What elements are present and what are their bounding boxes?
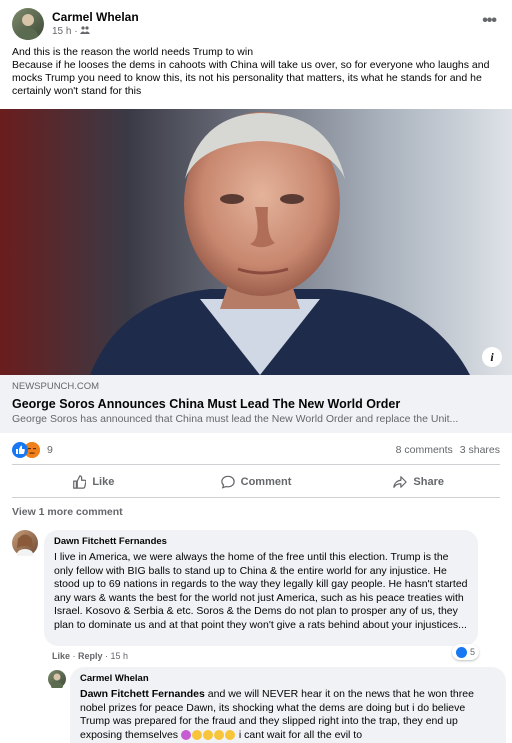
comment-bubble: Dawn Fitchett Fernandes I live in Americ… bbox=[44, 530, 478, 646]
more-options-icon[interactable]: ••• bbox=[482, 12, 497, 30]
share-label: Share bbox=[413, 476, 444, 488]
link-description: George Soros has announced that China mu… bbox=[12, 413, 459, 425]
post-text-line2: Because if he looses the dems in cahoots… bbox=[12, 59, 490, 97]
post-text-line1: And this is the reason the world needs T… bbox=[12, 46, 254, 58]
share-button[interactable]: Share bbox=[337, 468, 500, 496]
comment-text: I live in America, we were always the ho… bbox=[54, 551, 468, 631]
like-reaction-icon bbox=[456, 646, 467, 658]
divider bbox=[12, 497, 500, 498]
divider bbox=[12, 464, 500, 465]
action-bar: Like Comment Share bbox=[12, 468, 500, 496]
comment-reaction-badge[interactable]: 5 bbox=[452, 644, 480, 660]
comment-time[interactable]: 15 h bbox=[111, 651, 129, 661]
link-preview-image[interactable]: i bbox=[0, 109, 512, 375]
commenter-name[interactable]: Dawn Fitchett Fernandes bbox=[54, 536, 468, 547]
comment-icon bbox=[220, 475, 235, 489]
laughing-emoji-icon bbox=[191, 729, 202, 740]
post-card: Carmel Whelan 15 h · ••• And this is the… bbox=[0, 0, 512, 743]
reply-body-end: i cant wait for all the evil to bbox=[238, 728, 363, 741]
comment-like-count: 5 bbox=[470, 647, 476, 657]
link-title[interactable]: George Soros Announces China Must Lead T… bbox=[12, 397, 500, 411]
comment-button[interactable]: Comment bbox=[175, 468, 338, 496]
laughing-emoji-icon bbox=[202, 729, 213, 740]
reactions[interactable] bbox=[12, 442, 40, 458]
reply-author[interactable]: Carmel Whelan bbox=[80, 673, 496, 684]
share-count[interactable]: 3 shares bbox=[460, 444, 500, 456]
post-text: And this is the reason the world needs T… bbox=[12, 46, 500, 98]
reply-text: Dawn Fitchett Fernandes and we will NEVE… bbox=[80, 688, 496, 742]
woman-emoji-icon bbox=[180, 729, 191, 740]
comments-shares: 8 comments 3 shares bbox=[392, 444, 500, 456]
view-more-comments[interactable]: View 1 more comment bbox=[12, 506, 123, 518]
post-time[interactable]: 15 h · bbox=[52, 26, 78, 37]
comment-label: Comment bbox=[240, 476, 292, 488]
comment-meta: Like · Reply · 15 h bbox=[52, 651, 129, 661]
reaction-count[interactable]: 9 bbox=[47, 444, 53, 456]
like-button[interactable]: Like bbox=[12, 468, 175, 496]
post-timestamp[interactable]: 15 h · bbox=[52, 26, 91, 37]
engagement-stats: 9 8 comments 3 shares bbox=[12, 442, 500, 458]
author-avatar[interactable] bbox=[12, 8, 44, 40]
portrait-image bbox=[0, 109, 512, 375]
link-preview[interactable]: NEWSPUNCH.COM George Soros Announces Chi… bbox=[0, 375, 512, 433]
author-name[interactable]: Carmel Whelan bbox=[52, 10, 139, 24]
thumbs-up-icon bbox=[73, 475, 87, 489]
info-icon[interactable]: i bbox=[482, 347, 502, 367]
laughing-emoji-icon bbox=[213, 729, 224, 740]
link-domain: NEWSPUNCH.COM bbox=[12, 381, 100, 392]
share-arrow-icon bbox=[393, 476, 408, 488]
friends-icon bbox=[80, 26, 91, 37]
like-reaction-icon bbox=[12, 442, 28, 458]
comment-reply-link[interactable]: Reply bbox=[78, 651, 103, 661]
reply-avatar[interactable] bbox=[48, 670, 66, 690]
mention-link[interactable]: Dawn Fitchett Fernandes bbox=[80, 688, 205, 700]
reply-bubble: Carmel Whelan Dawn Fitchett Fernandes an… bbox=[70, 667, 506, 743]
like-label: Like bbox=[92, 476, 115, 488]
commenter-avatar[interactable] bbox=[12, 530, 38, 559]
comment-count[interactable]: 8 comments bbox=[396, 444, 453, 456]
comment-like-link[interactable]: Like bbox=[52, 651, 70, 661]
laughing-emoji-icon bbox=[224, 729, 235, 740]
post-header: Carmel Whelan 15 h · ••• bbox=[12, 8, 500, 44]
